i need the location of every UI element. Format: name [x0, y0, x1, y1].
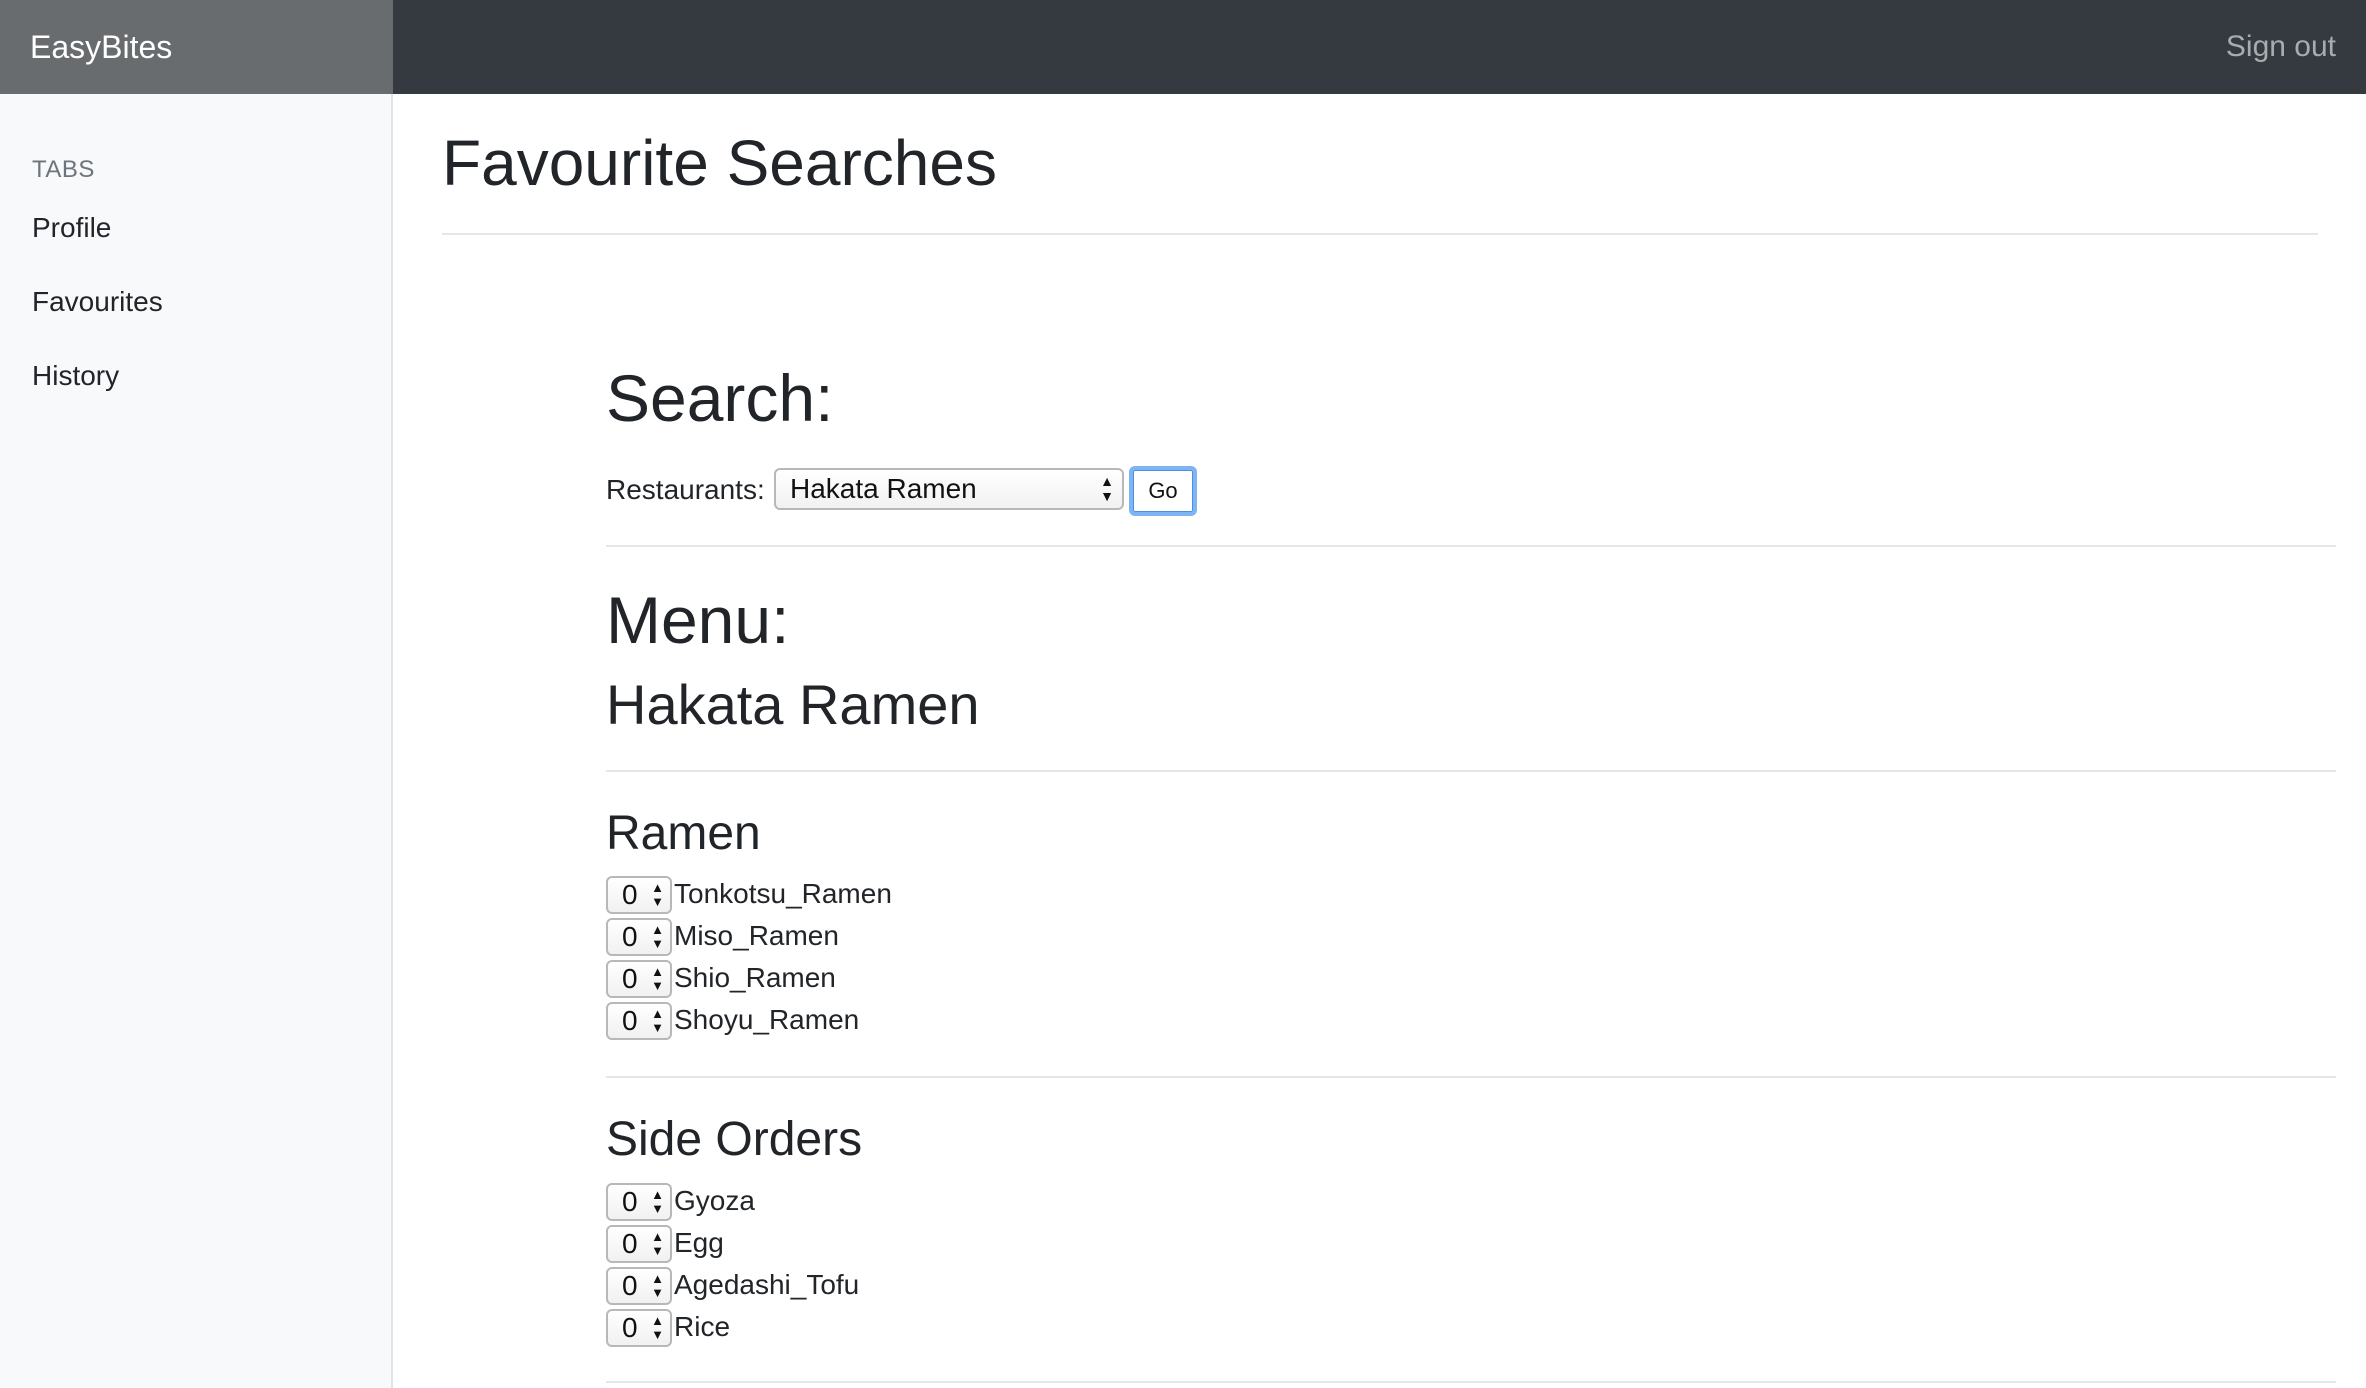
category-heading: Ramen	[606, 807, 761, 860]
search-divider	[606, 545, 2336, 547]
quantity-stepper[interactable]: 0 ▲ ▼	[606, 918, 672, 956]
menu-heading: Menu:	[606, 583, 790, 657]
menu-restaurant-name: Hakata Ramen	[606, 673, 980, 736]
select-arrows-icon: ▲ ▼	[1100, 473, 1114, 504]
stepper-arrows-icon: ▲ ▼	[651, 1271, 664, 1300]
category-divider	[606, 1076, 2336, 1078]
stepper-arrows-icon: ▲ ▼	[651, 880, 664, 909]
item-name: Agedashi_Tofu	[674, 1269, 860, 1300]
stepper-arrows-icon: ▲ ▼	[651, 1187, 664, 1216]
stepper-arrows-icon: ▲ ▼	[651, 1006, 664, 1035]
quantity-value: 0	[622, 1186, 638, 1217]
brand-logo[interactable]: EasyBites	[0, 0, 393, 94]
sign-out-link[interactable]: Sign out	[2226, 0, 2336, 94]
quantity-stepper[interactable]: 0 ▲ ▼	[606, 960, 672, 998]
quantity-stepper[interactable]: 0 ▲ ▼	[606, 1267, 672, 1305]
item-name: Shio_Ramen	[674, 962, 836, 993]
quantity-stepper[interactable]: 0 ▲ ▼	[606, 1309, 672, 1347]
sidebar-item-history[interactable]: History	[32, 360, 119, 392]
search-heading: Search:	[606, 361, 834, 435]
category-heading: Side Orders	[606, 1113, 863, 1166]
go-button[interactable]: Go	[1129, 466, 1197, 516]
top-navbar: EasyBites Sign out	[0, 0, 2366, 94]
menu-divider	[606, 770, 2336, 772]
item-name: Shoyu_Ramen	[674, 1004, 860, 1035]
quantity-value: 0	[622, 879, 638, 910]
restaurant-select[interactable]: Hakata Ramen ▲ ▼	[774, 468, 1124, 510]
quantity-stepper[interactable]: 0 ▲ ▼	[606, 1183, 672, 1221]
page-title: Favourite Searches	[442, 127, 997, 199]
stepper-arrows-icon: ▲ ▼	[651, 964, 664, 993]
sidebar: TABS Profile Favourites History	[0, 94, 393, 1388]
quantity-value: 0	[622, 1312, 638, 1343]
restaurants-label: Restaurants:	[606, 474, 765, 505]
quantity-value: 0	[622, 1005, 638, 1036]
item-name: Gyoza	[674, 1185, 755, 1216]
quantity-stepper[interactable]: 0 ▲ ▼	[606, 876, 672, 914]
title-divider	[442, 233, 2318, 235]
item-name: Egg	[674, 1227, 724, 1258]
sidebar-heading: TABS	[32, 156, 95, 183]
stepper-arrows-icon: ▲ ▼	[651, 1313, 664, 1342]
item-name: Tonkotsu_Ramen	[674, 878, 892, 909]
category-divider	[606, 1381, 2336, 1383]
stepper-arrows-icon: ▲ ▼	[651, 922, 664, 951]
item-name: Rice	[674, 1311, 731, 1342]
quantity-stepper[interactable]: 0 ▲ ▼	[606, 1225, 672, 1263]
stepper-arrows-icon: ▲ ▼	[651, 1229, 664, 1258]
sidebar-item-profile[interactable]: Profile	[32, 212, 111, 244]
quantity-value: 0	[622, 921, 638, 952]
quantity-stepper[interactable]: 0 ▲ ▼	[606, 1002, 672, 1040]
item-name: Miso_Ramen	[674, 920, 839, 951]
quantity-value: 0	[622, 1270, 638, 1301]
quantity-value: 0	[622, 1228, 638, 1259]
sidebar-item-favourites[interactable]: Favourites	[32, 286, 163, 318]
quantity-value: 0	[622, 963, 638, 994]
restaurant-select-value: Hakata Ramen	[790, 473, 977, 504]
